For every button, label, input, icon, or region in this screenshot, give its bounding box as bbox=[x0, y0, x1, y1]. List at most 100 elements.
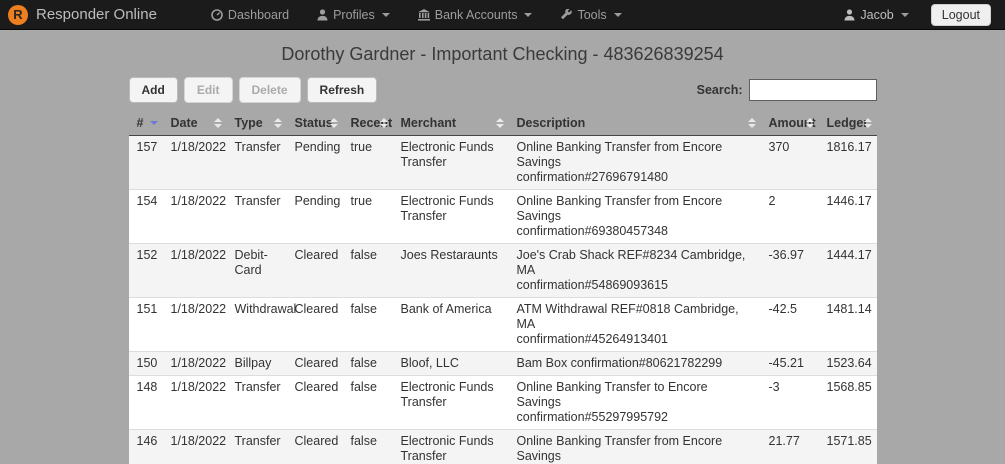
search-label: Search: bbox=[696, 83, 743, 97]
cell-status: Pending bbox=[294, 194, 341, 208]
search-input[interactable] bbox=[748, 79, 877, 101]
cell-type: Withdrawal bbox=[234, 302, 297, 316]
cell-amount: -42.5 bbox=[768, 302, 798, 316]
add-button[interactable]: Add bbox=[128, 77, 178, 103]
cell-description: Online Banking Transfer from Encore Savi… bbox=[516, 434, 723, 463]
chevron-down-icon bbox=[381, 12, 390, 17]
refresh-button[interactable]: Refresh bbox=[306, 77, 378, 103]
nav-item-label: Profiles bbox=[333, 7, 375, 22]
cell-merchant: Electronic Funds Transfer bbox=[400, 434, 494, 463]
cell-date: 1/18/2022 bbox=[170, 356, 227, 370]
sort-icon bbox=[863, 118, 872, 128]
table-row[interactable]: 150 1/18/2022 Billpay Cleared false Bloof, LL… bbox=[128, 351, 877, 376]
cell-date: 1/18/2022 bbox=[170, 434, 227, 448]
cell-date: 1/18/2022 bbox=[170, 380, 227, 394]
sort-icon bbox=[379, 118, 388, 128]
bank-icon bbox=[417, 8, 430, 21]
edit-button: Edit bbox=[183, 77, 233, 103]
nav-item-profiles[interactable]: Profiles bbox=[303, 0, 404, 30]
cell-recent: true bbox=[350, 194, 373, 208]
cell-description: Online Banking Transfer to Encore Saving… bbox=[516, 380, 708, 424]
column-header-date[interactable]: Date bbox=[162, 111, 227, 136]
dashboard-icon bbox=[211, 8, 223, 21]
cell-recent: false bbox=[350, 380, 377, 394]
cell-description: ATM Withdrawal REF#0818 Cambridge, MA co… bbox=[516, 302, 739, 346]
cell-merchant: Bloof, LLC bbox=[400, 356, 459, 370]
user-label: Jacob bbox=[860, 7, 894, 22]
cell-status: Cleared bbox=[294, 302, 339, 316]
cell-num: 154 bbox=[136, 194, 158, 208]
brand[interactable]: R Responder Online bbox=[8, 4, 157, 25]
cell-date: 1/18/2022 bbox=[170, 302, 227, 316]
nav-item-label: Bank Accounts bbox=[434, 7, 518, 22]
table-header-row: # Date Type Status Recent Merchant Descr… bbox=[128, 111, 877, 136]
cell-type: Transfer bbox=[234, 434, 281, 448]
cell-date: 1/18/2022 bbox=[170, 194, 227, 208]
chevron-down-icon bbox=[900, 12, 909, 17]
user-menu[interactable]: Jacob bbox=[834, 8, 918, 22]
nav-item-tools[interactable]: Tools bbox=[546, 0, 635, 30]
cell-ledger: 1446.17 bbox=[826, 194, 872, 208]
cell-description: Online Banking Transfer from Encore Savi… bbox=[516, 140, 723, 184]
wrench-icon bbox=[560, 8, 573, 21]
column-header-amount[interactable]: Amount bbox=[760, 111, 819, 136]
cell-num: 152 bbox=[136, 248, 158, 262]
transactions-table: # Date Type Status Recent Merchant Descr… bbox=[128, 111, 877, 464]
cell-merchant: Bank of America bbox=[400, 302, 492, 316]
column-header-recent[interactable]: Recent bbox=[342, 111, 393, 136]
table-row[interactable]: 146 1/18/2022 Transfer Cleared false Electron… bbox=[128, 429, 877, 464]
cell-recent: true bbox=[350, 140, 373, 154]
logout-button[interactable]: Logout bbox=[930, 3, 991, 26]
cell-num: 146 bbox=[136, 434, 158, 448]
table-row[interactable]: 157 1/18/2022 Transfer Pending true Electroni… bbox=[128, 135, 877, 190]
chevron-down-icon bbox=[613, 12, 622, 17]
cell-amount: -45.21 bbox=[768, 356, 804, 370]
delete-button: Delete bbox=[238, 77, 301, 103]
toolbar: Add Edit Delete Refresh Search: bbox=[128, 77, 877, 103]
user-icon bbox=[317, 8, 328, 21]
cell-merchant: Electronic Funds Transfer bbox=[400, 194, 494, 223]
cell-ledger: 1816.17 bbox=[826, 140, 872, 154]
chevron-down-icon bbox=[524, 12, 533, 17]
cell-num: 150 bbox=[136, 356, 158, 370]
nav-item-dashboard[interactable]: Dashboard bbox=[197, 0, 303, 30]
column-header-status[interactable]: Status bbox=[286, 111, 343, 136]
logo-icon: R bbox=[8, 4, 28, 25]
cell-ledger: 1481.14 bbox=[826, 302, 872, 316]
cell-description: Online Banking Transfer from Encore Savi… bbox=[516, 194, 723, 238]
cell-ledger: 1444.17 bbox=[826, 248, 872, 262]
cell-description: Bam Box confirmation#80621782299 bbox=[516, 356, 723, 370]
sort-icon bbox=[273, 118, 282, 128]
column-header-num[interactable]: # bbox=[128, 111, 163, 136]
cell-amount: 2 bbox=[768, 194, 776, 208]
cell-amount: 21.77 bbox=[768, 434, 800, 448]
nav-item-bank-accounts[interactable]: Bank Accounts bbox=[404, 0, 547, 30]
column-header-type[interactable]: Type bbox=[226, 111, 287, 136]
cell-recent: false bbox=[350, 248, 377, 262]
cell-status: Cleared bbox=[294, 434, 339, 448]
cell-description: Joe's Crab Shack REF#8234 Cambridge, MA … bbox=[516, 248, 746, 292]
cell-num: 148 bbox=[136, 380, 158, 394]
table-row[interactable]: 152 1/18/2022 Debit-Card Cleared false Joes R… bbox=[128, 243, 877, 298]
nav-item-label: Dashboard bbox=[227, 7, 290, 22]
cell-merchant: Electronic Funds Transfer bbox=[400, 140, 494, 169]
cell-status: Cleared bbox=[294, 248, 339, 262]
column-header-merchant[interactable]: Merchant bbox=[392, 111, 509, 136]
sort-descending-icon bbox=[149, 121, 158, 125]
cell-merchant: Electronic Funds Transfer bbox=[400, 380, 494, 409]
table-row[interactable]: 148 1/18/2022 Transfer Cleared false Electron… bbox=[128, 375, 877, 430]
nav-right: Jacob Logout bbox=[834, 3, 997, 26]
table-row[interactable]: 151 1/18/2022 Withdrawal Cleared false Bank o… bbox=[128, 297, 877, 352]
cell-recent: false bbox=[350, 434, 377, 448]
cell-ledger: 1523.64 bbox=[826, 356, 872, 370]
cell-amount: 370 bbox=[768, 140, 790, 154]
nav-item-label: Tools bbox=[577, 7, 607, 22]
brand-label: Responder Online bbox=[36, 6, 157, 23]
column-header-ledger[interactable]: Ledger bbox=[818, 111, 877, 136]
cell-type: Debit-Card bbox=[234, 248, 268, 277]
column-header-description[interactable]: Description bbox=[508, 111, 761, 136]
page-title: Dorothy Gardner - Important Checking - 4… bbox=[281, 44, 724, 64]
table-row[interactable]: 154 1/18/2022 Transfer Pending true Electroni… bbox=[128, 189, 877, 244]
sort-icon bbox=[805, 118, 814, 128]
sort-icon bbox=[495, 118, 504, 128]
